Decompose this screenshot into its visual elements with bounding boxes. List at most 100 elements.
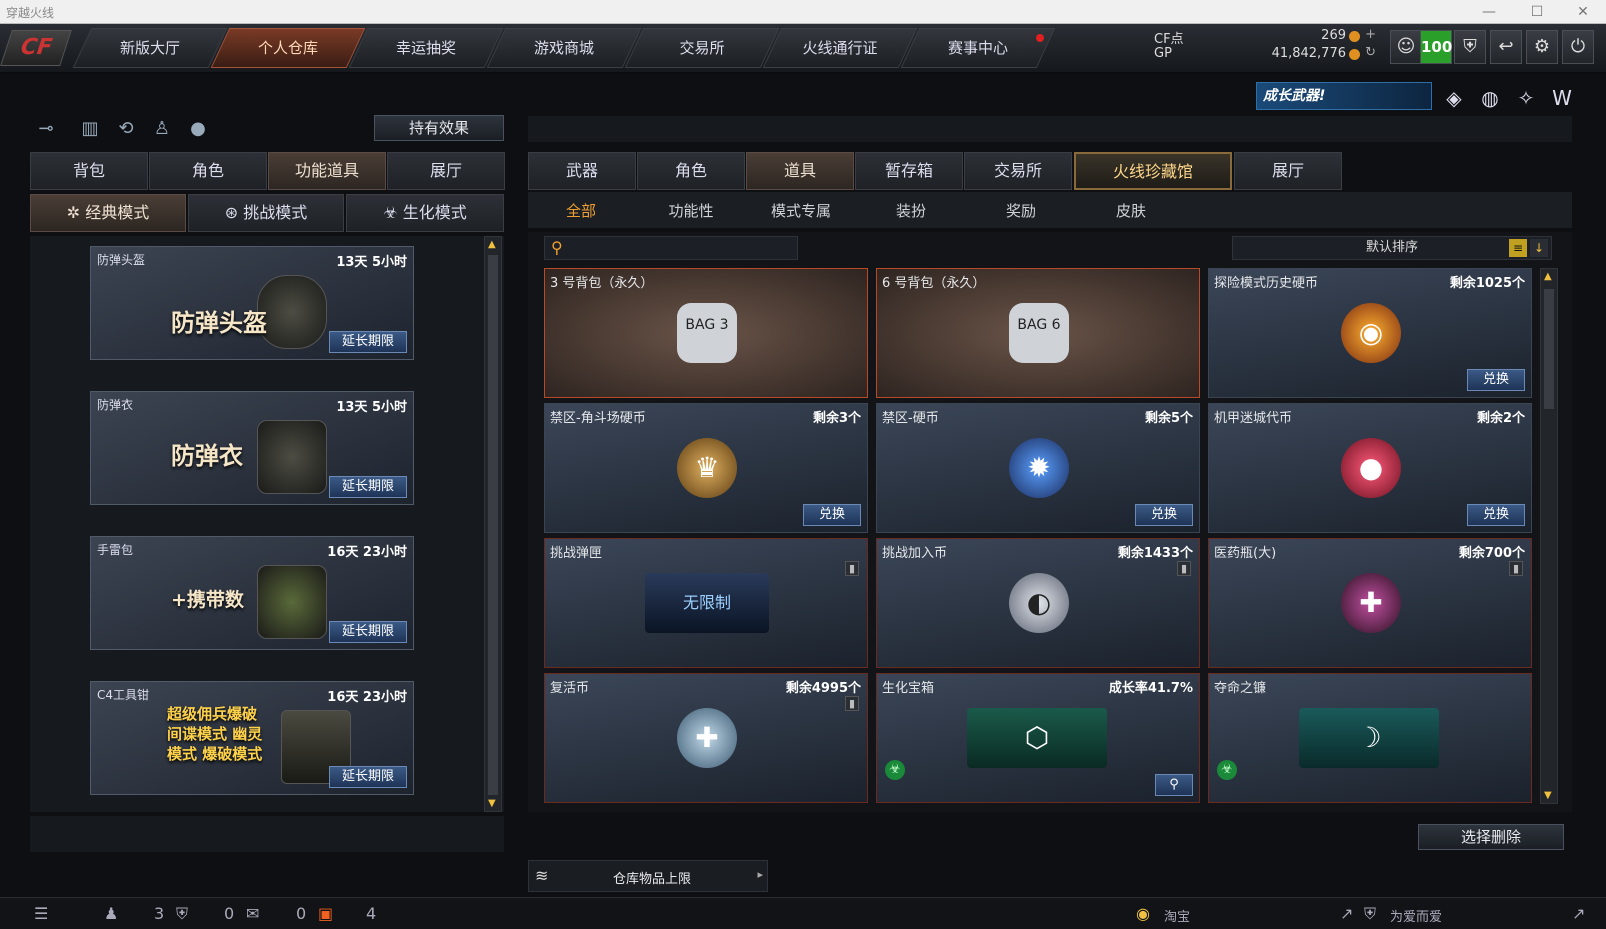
clan-shield-icon[interactable]: ⛨ [176,904,188,924]
storage-limit-bar[interactable]: ≋ 仓库物品上限 ▸ [528,860,768,892]
nav-tab-lobby[interactable]: 新版大厅 [72,28,228,68]
extend-button[interactable]: 延长期限 [329,621,407,643]
delete-icon[interactable]: ▮ [1509,561,1523,576]
right-scrollbar[interactable]: ▲ ▼ [1540,268,1558,804]
globe-icon[interactable]: ◍ [1476,84,1504,112]
preview-search-button[interactable]: ⚲ [1155,774,1193,796]
key-icon[interactable]: ⊸ [32,116,60,142]
subtab-skins[interactable]: 皮肤 [1088,200,1174,221]
tab-storage-box[interactable]: 暂存箱 [855,152,963,190]
external-link-icon[interactable]: ↗ [1572,904,1585,923]
biohazard-icon: ☣ [1217,760,1237,780]
external-link-icon[interactable]: ↗ [1340,904,1353,923]
gear-icon[interactable]: ⚙ [1526,30,1558,64]
badge-v-icon[interactable]: ◈ [1440,84,1468,112]
shield-icon[interactable]: ⛨ [1454,30,1486,64]
select-delete-button[interactable]: 选择删除 [1418,824,1564,850]
list-view-icon[interactable]: ≡ [1509,239,1527,257]
tab-items[interactable]: 道具 [746,152,854,190]
subtab-rewards[interactable]: 奖励 [978,200,1064,221]
taobao-icon[interactable]: ◉ [1136,904,1150,923]
tab-showroom-right[interactable]: 展厅 [1234,152,1342,190]
return-icon[interactable]: ↩ [1490,30,1522,64]
exchange-button[interactable]: 兑换 [1135,504,1193,526]
grid-item[interactable]: 探险模式历史硬币 剩余1025个 ◉ 兑换 [1208,268,1532,398]
maximize-button[interactable]: ☐ [1514,0,1560,24]
w-logo-icon[interactable]: W [1548,84,1576,112]
grid-item[interactable]: 机甲迷城代币 剩余2个 ● 兑换 [1208,403,1532,533]
friends-icon[interactable]: ♟ [104,904,118,923]
search-box[interactable]: ⚲ [544,236,798,260]
mode-classic[interactable]: ✲ 经典模式 [30,194,186,232]
tab-character[interactable]: 角色 [149,152,267,190]
history-icon[interactable]: ⟲ [112,116,140,142]
scroll-thumb[interactable] [1544,289,1554,409]
subtab-cosmetic[interactable]: 装扮 [868,200,954,221]
tab-exchange[interactable]: 交易所 [964,152,1072,190]
menu-icon[interactable]: ☰ [34,904,48,923]
grid-item[interactable]: 禁区-硬币 剩余5个 ✹ 兑换 [876,403,1200,533]
list-item[interactable]: 防弹头盔 13天 5小时 防弹头盔 延长期限 [90,246,414,360]
tab-showroom[interactable]: 展厅 [387,152,505,190]
tools-icon[interactable]: ✧ [1512,84,1540,112]
grid-item[interactable]: 医药瓶(大) 剩余700个 ▮ ✚ [1208,538,1532,668]
extend-button[interactable]: 延长期限 [329,476,407,498]
mode-challenge[interactable]: ⊛ 挑战模式 [188,194,344,232]
extend-button[interactable]: 延长期限 [329,331,407,353]
mecha-token-icon: ● [1341,438,1401,498]
grid-item[interactable]: 禁区-角斗场硬币 剩余3个 ♛ 兑换 [544,403,868,533]
nav-tab-lottery[interactable]: 幸运抽奖 [348,28,504,68]
chat-icon[interactable]: ✉ [246,904,259,923]
subtab-mode-exclusive[interactable]: 模式专属 [758,200,844,221]
nav-tab-pass[interactable]: 火线通行证 [762,28,918,68]
grid-item[interactable]: 生化宝箱 成长率41.7% ⬡ ☣ ⚲ [876,673,1200,803]
tab-backpack[interactable]: 背包 [30,152,148,190]
hold-effect-button[interactable]: 持有效果 [374,115,504,141]
mode-biochem[interactable]: ☣ 生化模式 [346,194,504,232]
tab-characters[interactable]: 角色 [637,152,745,190]
extend-button[interactable]: 延长期限 [329,766,407,788]
minimize-button[interactable]: — [1466,0,1512,24]
character-icon[interactable]: ♙ [148,116,176,142]
delete-icon[interactable]: ▮ [845,561,859,576]
cf-logo[interactable]: CF [0,30,72,66]
grid-item[interactable]: 3 号背包（永久） BAG 3 [544,268,868,398]
grid-item[interactable]: 6 号背包（永久） BAG 6 [876,268,1200,398]
grid-item[interactable]: 挑战加入币 剩余1433个 ▮ ◐ [876,538,1200,668]
scroll-thumb[interactable] [488,255,498,795]
nav-tab-exchange[interactable]: 交易所 [624,28,780,68]
exchange-button[interactable]: 兑换 [1467,369,1525,391]
list-item[interactable]: 手雷包 16天 23小时 +携带数 延长期限 [90,536,414,650]
nav-tab-events[interactable]: 赛事中心 [900,28,1056,68]
search-input[interactable] [573,239,793,257]
growth-weapon-banner[interactable]: 成长武器! [1256,82,1432,110]
exchange-button[interactable]: 兑换 [803,504,861,526]
nav-tab-warehouse[interactable]: 个人仓库 [210,28,366,68]
sort-dropdown[interactable]: 默认排序 ≡ ↓ [1232,236,1552,260]
left-scrollbar[interactable]: ▲ ▼ [484,236,502,812]
subtab-all[interactable]: 全部 [538,200,624,221]
grid-item[interactable]: 挑战弹匣 ▮ 无限制 [544,538,868,668]
add-cf-button[interactable]: + [1365,27,1376,42]
refresh-icon[interactable]: ↻ [1365,45,1376,60]
ranking-icon[interactable]: ▥ [76,116,104,142]
gift-icon[interactable]: ▣ [318,904,333,923]
tab-function-items[interactable]: 功能道具 [268,152,386,190]
subtab-functional[interactable]: 功能性 [648,200,734,221]
grid-item[interactable]: 夺命之镰 ☽ ☣ [1208,673,1532,803]
tab-weapons[interactable]: 武器 [528,152,636,190]
sort-arrow-icon[interactable]: ↓ [1530,239,1548,257]
nav-tab-shop[interactable]: 游戏商城 [486,28,642,68]
close-button[interactable]: ✕ [1560,0,1606,24]
list-item[interactable]: 防弹衣 13天 5小时 防弹衣 延长期限 [90,391,414,505]
delete-icon[interactable]: ▮ [845,696,859,711]
power-icon[interactable]: ⏻ [1562,30,1594,64]
exchange-button[interactable]: 兑换 [1467,504,1525,526]
grid-item[interactable]: 复活币 剩余4995个 ▮ ✚ [544,673,868,803]
grenade-icon[interactable]: ● [184,116,212,142]
delete-icon[interactable]: ▮ [1177,561,1191,576]
list-item[interactable]: C4工具钳 16天 23小时 超级佣兵爆破 间谍模式 幽灵模式 爆破模式 延长期限 [90,681,414,795]
heart-shield-icon[interactable]: ⛨ [1364,904,1376,924]
tab-collection-hall[interactable]: 火线珍藏馆 [1074,152,1232,190]
avatar[interactable]: ☺ [1390,30,1422,64]
